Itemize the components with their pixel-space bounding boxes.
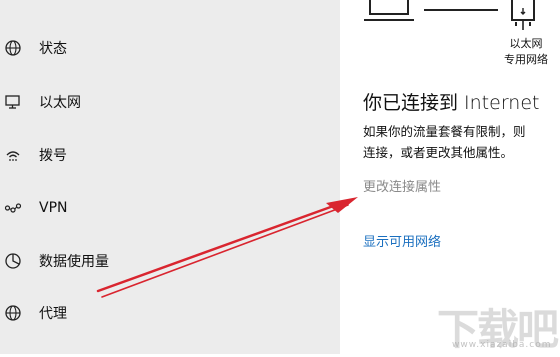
vpn-icon	[4, 199, 22, 217]
network-name: 以太网	[509, 37, 543, 50]
sidebar-item-label: VPN	[39, 200, 68, 216]
connection-status-title: 你已连接到 Internet	[363, 92, 540, 114]
sidebar-item-vpn[interactable]: VPN	[0, 188, 340, 228]
monitor-icon	[4, 93, 22, 111]
pie-chart-icon	[4, 252, 22, 270]
sidebar-item-label: 代理	[39, 306, 67, 322]
description-line: 如果你的流量套餐有限制，则	[363, 124, 526, 139]
globe-icon	[4, 39, 22, 57]
sidebar: 状态 以太网 拨号 VPN 数据使用量 代理	[0, 0, 340, 354]
sidebar-item-ethernet[interactable]: 以太网	[0, 82, 340, 122]
network-diagram	[364, 0, 535, 30]
sidebar-item-dialup[interactable]: 拨号	[0, 135, 340, 175]
sidebar-item-data-usage[interactable]: 数据使用量	[0, 241, 340, 281]
network-profile: 专用网络	[504, 53, 548, 66]
show-available-networks-link[interactable]: 显示可用网络	[363, 231, 441, 250]
watermark-url: www.xiazaiba.com	[452, 340, 552, 350]
sidebar-item-label: 以太网	[39, 95, 81, 111]
sidebar-item-proxy[interactable]: 代理	[0, 293, 340, 333]
description-line: 连接，或者更改其他属性。	[363, 145, 514, 160]
sidebar-item-label: 状态	[39, 41, 67, 57]
dialup-icon	[4, 146, 22, 164]
sidebar-item-label: 拨号	[39, 148, 67, 164]
globe-icon	[4, 304, 22, 322]
network-type-label: 以太网 专用网络	[496, 36, 556, 68]
change-connection-properties-link[interactable]: 更改连接属性	[363, 176, 441, 195]
sidebar-item-status[interactable]: 状态	[0, 28, 340, 68]
laptop-icon	[364, 0, 414, 21]
sidebar-item-label: 数据使用量	[39, 254, 109, 270]
connection-status-description: 如果你的流量套餐有限制，则 连接，或者更改其他属性。	[363, 121, 560, 163]
